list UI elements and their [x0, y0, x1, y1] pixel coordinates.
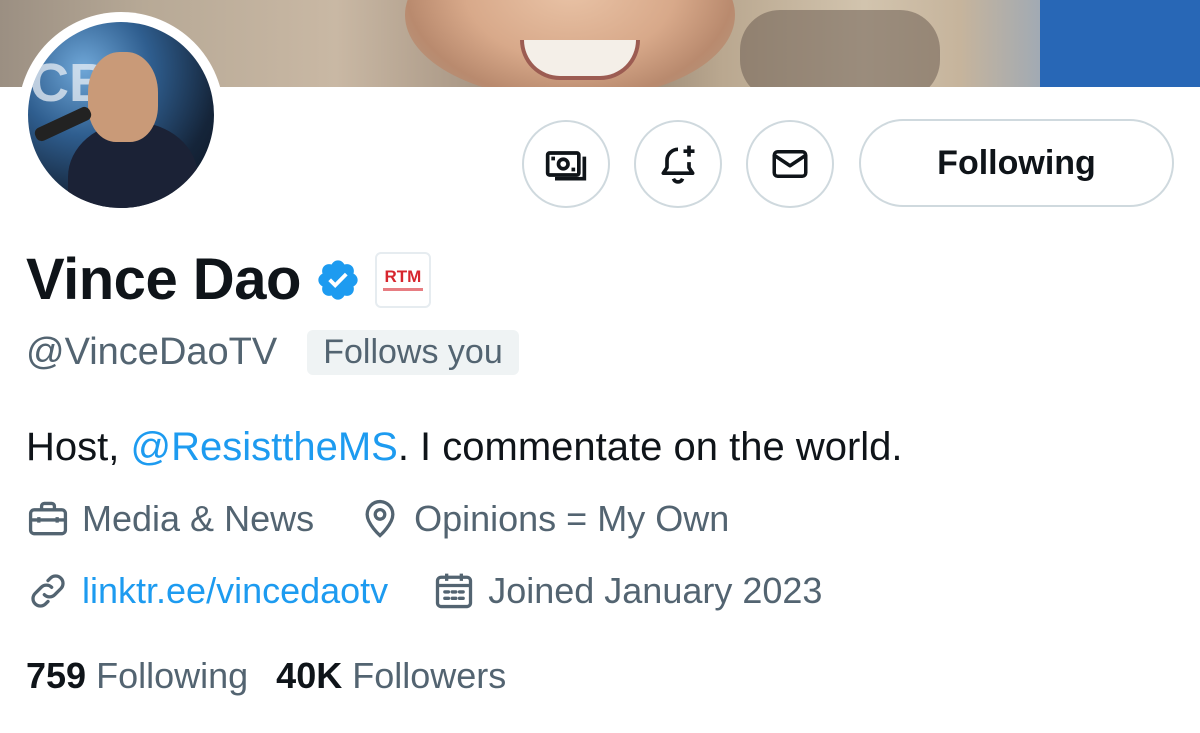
display-name: Vince Dao: [26, 247, 301, 312]
user-handle: @VinceDaoTV: [26, 331, 278, 373]
envelope-icon: [772, 150, 808, 178]
category-label: Media & News: [82, 498, 315, 539]
notify-button[interactable]: [634, 120, 722, 208]
message-button[interactable]: [746, 120, 834, 208]
following-button[interactable]: Following: [859, 119, 1174, 207]
bio-prefix: Host,: [26, 425, 131, 469]
followers-stat-label: Followers: [352, 655, 507, 696]
follows-you-badge: Follows you: [307, 330, 519, 375]
name-row: Vince Dao RTM: [26, 246, 431, 313]
location-item: Opinions = My Own: [358, 497, 729, 541]
money-icon: [545, 151, 587, 181]
following-stat[interactable]: 759 Following: [26, 655, 248, 697]
link-icon: [31, 574, 65, 608]
website-item[interactable]: linktr.ee/vincedaotv: [26, 569, 388, 613]
following-stat-label: Following: [96, 655, 249, 696]
bio-mention-link[interactable]: @ResisttheMS: [130, 425, 397, 469]
affiliate-badge-label: RTM: [384, 267, 422, 286]
calendar-icon: [436, 573, 473, 609]
profile-meta-row-2: linktr.ee/vincedaotv Joined January 2023: [26, 569, 822, 613]
briefcase-icon: [28, 501, 68, 536]
followers-count: 40K: [276, 655, 343, 696]
website-link[interactable]: linktr.ee/vincedaotv: [82, 570, 388, 612]
affiliate-badge-underline: [382, 288, 423, 291]
category-item: Media & News: [26, 497, 314, 541]
banner-shadow: [740, 10, 940, 87]
profile-avatar[interactable]: CB: [18, 12, 224, 218]
avatar-face: [88, 52, 158, 142]
banner-blue-area: [1040, 0, 1200, 87]
bio-suffix: . I commentate on the world.: [397, 425, 903, 469]
bell-plus-icon: [661, 145, 695, 184]
location-label: Opinions = My Own: [414, 498, 730, 539]
tip-button[interactable]: [522, 120, 610, 208]
location-pin-icon: [365, 499, 395, 538]
following-count: 759: [26, 655, 87, 696]
followers-stat[interactable]: 40K Followers: [276, 655, 506, 697]
profile-meta-row-1: Media & News Opinions = My Own: [26, 497, 729, 541]
joined-item: Joined January 2023: [432, 569, 822, 613]
follow-stats: 759 Following 40K Followers: [26, 655, 506, 697]
joined-date: Joined January 2023: [488, 570, 823, 611]
handle-row: @VinceDaoTV Follows you: [26, 330, 519, 375]
verified-badge-icon[interactable]: [315, 257, 361, 303]
profile-bio: Host, @ResisttheMS. I commentate on the …: [26, 425, 903, 470]
avatar-image: CB: [28, 22, 214, 208]
affiliate-badge[interactable]: RTM: [374, 251, 431, 308]
